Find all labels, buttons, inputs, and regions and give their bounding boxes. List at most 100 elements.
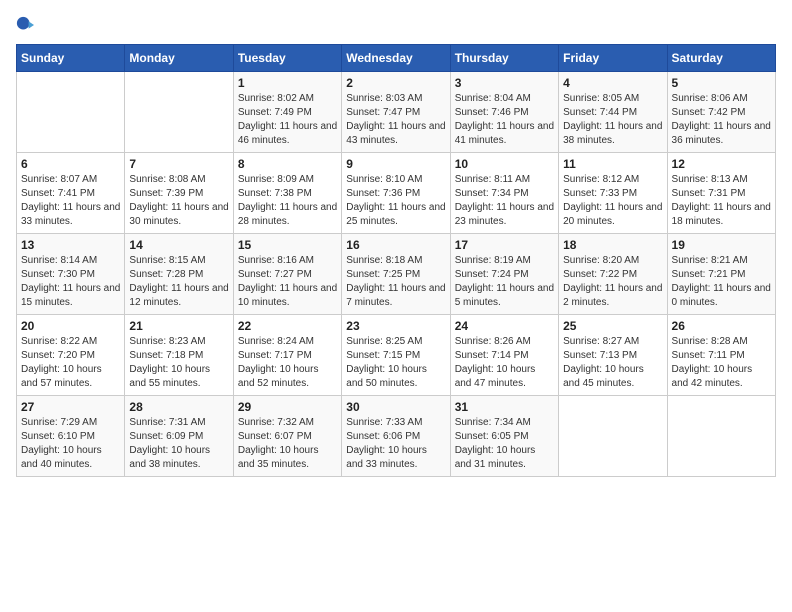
day-info: Sunrise: 8:08 AM Sunset: 7:39 PM Dayligh… <box>129 173 228 229</box>
day-info: Sunrise: 8:22 AM Sunset: 7:20 PM Dayligh… <box>21 335 120 391</box>
day-number: 18 <box>563 238 662 252</box>
day-info: Sunrise: 8:20 AM Sunset: 7:22 PM Dayligh… <box>563 254 662 310</box>
day-cell: 21 Sunrise: 8:23 AM Sunset: 7:18 PM Dayli… <box>125 315 233 396</box>
day-number: 19 <box>672 238 771 252</box>
day-number: 10 <box>455 157 554 171</box>
day-cell: 4 Sunrise: 8:05 AM Sunset: 7:44 PM Daylig… <box>559 72 667 153</box>
day-number: 3 <box>455 76 554 90</box>
day-info: Sunrise: 8:25 AM Sunset: 7:15 PM Dayligh… <box>346 335 445 391</box>
day-number: 25 <box>563 319 662 333</box>
day-number: 7 <box>129 157 228 171</box>
day-number: 23 <box>346 319 445 333</box>
day-number: 20 <box>21 319 120 333</box>
day-info: Sunrise: 7:34 AM Sunset: 6:05 PM Dayligh… <box>455 416 554 472</box>
day-info: Sunrise: 8:14 AM Sunset: 7:30 PM Dayligh… <box>21 254 120 310</box>
day-number: 1 <box>238 76 337 90</box>
header-cell-tuesday: Tuesday <box>233 45 341 72</box>
day-info: Sunrise: 8:13 AM Sunset: 7:31 PM Dayligh… <box>672 173 771 229</box>
day-cell: 22 Sunrise: 8:24 AM Sunset: 7:17 PM Dayli… <box>233 315 341 396</box>
day-info: Sunrise: 8:21 AM Sunset: 7:21 PM Dayligh… <box>672 254 771 310</box>
header-cell-friday: Friday <box>559 45 667 72</box>
day-number: 27 <box>21 400 120 414</box>
day-cell: 26 Sunrise: 8:28 AM Sunset: 7:11 PM Dayli… <box>667 315 775 396</box>
logo <box>16 16 38 34</box>
day-cell: 25 Sunrise: 8:27 AM Sunset: 7:13 PM Dayli… <box>559 315 667 396</box>
day-cell: 29 Sunrise: 7:32 AM Sunset: 6:07 PM Dayli… <box>233 396 341 477</box>
day-cell: 6 Sunrise: 8:07 AM Sunset: 7:41 PM Daylig… <box>17 153 125 234</box>
day-cell: 17 Sunrise: 8:19 AM Sunset: 7:24 PM Dayli… <box>450 234 558 315</box>
day-info: Sunrise: 8:23 AM Sunset: 7:18 PM Dayligh… <box>129 335 228 391</box>
day-info: Sunrise: 8:06 AM Sunset: 7:42 PM Dayligh… <box>672 92 771 148</box>
day-number: 4 <box>563 76 662 90</box>
week-row-3: 20 Sunrise: 8:22 AM Sunset: 7:20 PM Dayli… <box>17 315 776 396</box>
day-cell: 7 Sunrise: 8:08 AM Sunset: 7:39 PM Daylig… <box>125 153 233 234</box>
header-cell-saturday: Saturday <box>667 45 775 72</box>
day-info: Sunrise: 8:04 AM Sunset: 7:46 PM Dayligh… <box>455 92 554 148</box>
day-cell: 11 Sunrise: 8:12 AM Sunset: 7:33 PM Dayli… <box>559 153 667 234</box>
day-cell: 23 Sunrise: 8:25 AM Sunset: 7:15 PM Dayli… <box>342 315 450 396</box>
day-cell: 16 Sunrise: 8:18 AM Sunset: 7:25 PM Dayli… <box>342 234 450 315</box>
day-info: Sunrise: 8:11 AM Sunset: 7:34 PM Dayligh… <box>455 173 554 229</box>
day-info: Sunrise: 8:03 AM Sunset: 7:47 PM Dayligh… <box>346 92 445 148</box>
day-cell: 12 Sunrise: 8:13 AM Sunset: 7:31 PM Dayli… <box>667 153 775 234</box>
day-info: Sunrise: 8:10 AM Sunset: 7:36 PM Dayligh… <box>346 173 445 229</box>
day-info: Sunrise: 8:28 AM Sunset: 7:11 PM Dayligh… <box>672 335 771 391</box>
day-cell: 14 Sunrise: 8:15 AM Sunset: 7:28 PM Dayli… <box>125 234 233 315</box>
day-info: Sunrise: 8:16 AM Sunset: 7:27 PM Dayligh… <box>238 254 337 310</box>
day-number: 17 <box>455 238 554 252</box>
day-info: Sunrise: 8:19 AM Sunset: 7:24 PM Dayligh… <box>455 254 554 310</box>
day-cell: 30Sunrise: 7:33 AM Sunset: 6:06 PM Dayli… <box>342 396 450 477</box>
day-cell: 10 Sunrise: 8:11 AM Sunset: 7:34 PM Dayli… <box>450 153 558 234</box>
logo-icon <box>16 16 34 34</box>
day-info: Sunrise: 7:29 AM Sunset: 6:10 PM Dayligh… <box>21 416 120 472</box>
day-cell: 31Sunrise: 7:34 AM Sunset: 6:05 PM Dayli… <box>450 396 558 477</box>
header-row: SundayMondayTuesdayWednesdayThursdayFrid… <box>17 45 776 72</box>
day-cell: 28 Sunrise: 7:31 AM Sunset: 6:09 PM Dayli… <box>125 396 233 477</box>
day-number: 15 <box>238 238 337 252</box>
day-cell: 20 Sunrise: 8:22 AM Sunset: 7:20 PM Dayli… <box>17 315 125 396</box>
day-number: 11 <box>563 157 662 171</box>
day-info: Sunrise: 8:18 AM Sunset: 7:25 PM Dayligh… <box>346 254 445 310</box>
day-cell <box>559 396 667 477</box>
day-info: Sunrise: 8:05 AM Sunset: 7:44 PM Dayligh… <box>563 92 662 148</box>
header-cell-monday: Monday <box>125 45 233 72</box>
week-row-0: 1 Sunrise: 8:02 AM Sunset: 7:49 PM Daylig… <box>17 72 776 153</box>
day-number: 5 <box>672 76 771 90</box>
day-number: 22 <box>238 319 337 333</box>
day-number: 26 <box>672 319 771 333</box>
day-info: Sunrise: 8:27 AM Sunset: 7:13 PM Dayligh… <box>563 335 662 391</box>
week-row-1: 6 Sunrise: 8:07 AM Sunset: 7:41 PM Daylig… <box>17 153 776 234</box>
header <box>16 16 776 34</box>
day-number: 16 <box>346 238 445 252</box>
header-cell-wednesday: Wednesday <box>342 45 450 72</box>
week-row-2: 13 Sunrise: 8:14 AM Sunset: 7:30 PM Dayli… <box>17 234 776 315</box>
day-number: 21 <box>129 319 228 333</box>
day-cell: 8 Sunrise: 8:09 AM Sunset: 7:38 PM Daylig… <box>233 153 341 234</box>
day-number: 6 <box>21 157 120 171</box>
day-number: 28 <box>129 400 228 414</box>
day-cell <box>667 396 775 477</box>
day-number: 8 <box>238 157 337 171</box>
day-cell: 3 Sunrise: 8:04 AM Sunset: 7:46 PM Daylig… <box>450 72 558 153</box>
day-info: Sunrise: 8:24 AM Sunset: 7:17 PM Dayligh… <box>238 335 337 391</box>
day-info: Sunrise: 7:31 AM Sunset: 6:09 PM Dayligh… <box>129 416 228 472</box>
day-info: Sunrise: 8:12 AM Sunset: 7:33 PM Dayligh… <box>563 173 662 229</box>
day-cell <box>17 72 125 153</box>
day-info: Sunrise: 8:09 AM Sunset: 7:38 PM Dayligh… <box>238 173 337 229</box>
day-number: 29 <box>238 400 337 414</box>
header-cell-sunday: Sunday <box>17 45 125 72</box>
day-cell <box>125 72 233 153</box>
day-info: Sunrise: 8:07 AM Sunset: 7:41 PM Dayligh… <box>21 173 120 229</box>
day-cell: 1 Sunrise: 8:02 AM Sunset: 7:49 PM Daylig… <box>233 72 341 153</box>
day-cell: 27 Sunrise: 7:29 AM Sunset: 6:10 PM Dayli… <box>17 396 125 477</box>
day-info: Sunrise: 7:33 AM Sunset: 6:06 PM Dayligh… <box>346 416 445 472</box>
header-cell-thursday: Thursday <box>450 45 558 72</box>
day-number: 13 <box>21 238 120 252</box>
day-number: 9 <box>346 157 445 171</box>
day-info: Sunrise: 7:32 AM Sunset: 6:07 PM Dayligh… <box>238 416 337 472</box>
day-info: Sunrise: 8:15 AM Sunset: 7:28 PM Dayligh… <box>129 254 228 310</box>
day-cell: 13 Sunrise: 8:14 AM Sunset: 7:30 PM Dayli… <box>17 234 125 315</box>
day-info: Sunrise: 8:02 AM Sunset: 7:49 PM Dayligh… <box>238 92 337 148</box>
day-number: 14 <box>129 238 228 252</box>
day-number: 12 <box>672 157 771 171</box>
